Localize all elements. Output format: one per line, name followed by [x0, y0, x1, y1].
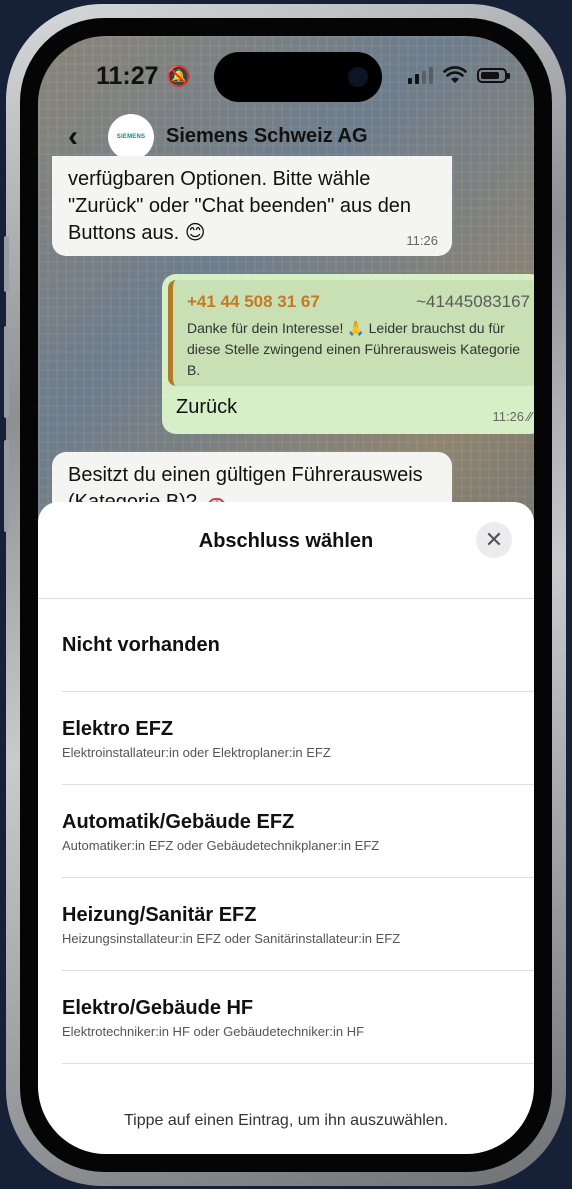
dynamic-island: [214, 52, 382, 102]
message-time-value: 11:26: [492, 409, 525, 424]
bell-slash-icon: 🔕: [166, 66, 191, 88]
sheet-title: Abschluss wählen: [198, 530, 374, 552]
divider: [62, 1063, 534, 1064]
option-title: Elektro/Gebäude HF: [62, 997, 254, 1019]
status-bar: 11:27 🔕: [38, 36, 534, 106]
signal-icon: [408, 66, 433, 84]
read-receipt-icon: ∕∕: [527, 409, 532, 424]
chat-header: ‹ SIEMENS Siemens Schweiz AG: [38, 112, 534, 162]
quoted-text: Danke für dein Interesse! 🙏 Leider brauc…: [187, 320, 521, 378]
back-chevron-icon[interactable]: ‹: [68, 120, 78, 154]
battery-icon: [477, 67, 510, 83]
phone-bezel: 11:27 🔕 ‹ SIEMENS Siemens Schweiz AG ver…: [20, 18, 552, 1172]
option-subtitle: Automatiker:in EFZ oder Gebäudetechnikpl…: [62, 838, 380, 853]
option-subtitle: Heizungsinstallateur:in EFZ oder Sanitär…: [62, 931, 401, 946]
option-subtitle: Elektrotechniker:in HF oder Gebäudetechn…: [62, 1024, 365, 1039]
volume-up-button: [4, 326, 9, 418]
option-nicht-vorhanden[interactable]: Nicht vorhanden: [62, 598, 534, 692]
avatar[interactable]: SIEMENS: [108, 114, 154, 160]
front-camera: [348, 67, 368, 87]
option-title: Elektro EFZ: [62, 718, 174, 740]
option-heizung-sanitaer-efz[interactable]: Heizung/Sanitär EFZ Heizungsinstallateur…: [62, 878, 534, 971]
chat-name[interactable]: Siemens Schweiz AG: [166, 125, 368, 148]
screen: 11:27 🔕 ‹ SIEMENS Siemens Schweiz AG ver…: [38, 36, 534, 1154]
wifi-icon: [443, 66, 467, 84]
status-time: 11:27: [96, 62, 159, 90]
message-text: Zurück: [176, 396, 238, 418]
option-title: Automatik/Gebäude EFZ: [62, 811, 295, 833]
phone-frame: 11:27 🔕 ‹ SIEMENS Siemens Schweiz AG ver…: [4, 4, 566, 1186]
avatar-logo: SIEMENS: [116, 134, 146, 140]
message-outgoing[interactable]: +41 44 508 31 67 ~41445083167 Danke für …: [162, 274, 534, 434]
bottom-sheet: Abschluss wählen ✕ Nicht vorhanden Elekt…: [38, 502, 534, 1154]
option-title: Heizung/Sanitär EFZ: [62, 904, 257, 926]
action-button: [4, 236, 9, 292]
quoted-phone: +41 44 508 31 67: [187, 292, 320, 311]
volume-down-button: [4, 440, 9, 532]
message-time: 11:26: [406, 233, 438, 248]
close-button[interactable]: ✕: [476, 522, 512, 558]
close-icon: ✕: [484, 527, 504, 552]
option-title: Nicht vorhanden: [62, 634, 220, 656]
quoted-alias: ~41445083167: [416, 292, 530, 311]
option-elektro-efz[interactable]: Elektro EFZ Elektroinstallateur:in oder …: [62, 692, 534, 785]
message-incoming[interactable]: verfügbaren Optionen. Bitte wähle "Zurüc…: [52, 156, 452, 256]
option-elektro-gebaeude-hf[interactable]: Elektro/Gebäude HF Elektrotechniker:in H…: [62, 971, 534, 1064]
sheet-hint: Tippe auf einen Eintrag, um ihn auszuwäh…: [123, 1112, 449, 1129]
message-text: verfügbaren Optionen. Bitte wähle "Zurüc…: [68, 168, 412, 244]
quoted-message[interactable]: +41 44 508 31 67 ~41445083167 Danke für …: [168, 280, 534, 386]
option-automatik-gebaeude-efz[interactable]: Automatik/Gebäude EFZ Automatiker:in EFZ…: [62, 785, 534, 878]
message-time: 11:26 ∕∕: [492, 409, 532, 424]
status-icons: [408, 66, 510, 84]
option-subtitle: Elektroinstallateur:in oder Elektroplane…: [62, 745, 331, 760]
